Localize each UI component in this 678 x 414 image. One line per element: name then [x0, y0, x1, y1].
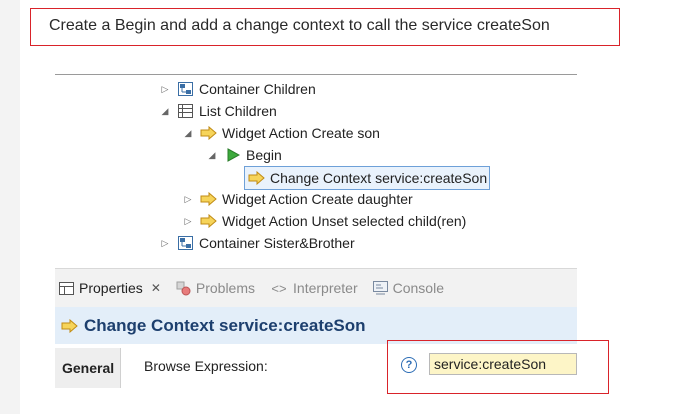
tab-general[interactable]: General [55, 348, 121, 388]
properties-title: Change Context service:createSon [84, 315, 366, 335]
console-icon [372, 280, 389, 296]
tree-item-label: List Children [199, 103, 277, 119]
container-icon [177, 235, 194, 251]
problems-icon [175, 280, 192, 296]
list-icon [177, 103, 194, 119]
tree-item-label: Change Context service:createSon [270, 170, 488, 186]
properties-title-bar: Change Context service:createSon [55, 307, 577, 344]
tree-item-label: Container Sister&Brother [199, 235, 355, 251]
begin-play-icon [224, 147, 241, 163]
top-divider [55, 74, 577, 75]
expand-arrow-icon[interactable]: ▷ [182, 193, 194, 205]
tab-label: Interpreter [293, 280, 358, 296]
tab-label: Properties [79, 280, 143, 296]
action-arrow-icon [200, 213, 217, 229]
tab-console[interactable]: Console [372, 280, 444, 296]
tree-item-widget-action-unset[interactable]: ▷ Widget Action Unset selected child(ren… [182, 210, 467, 232]
expand-arrow-icon[interactable]: ▷ [182, 215, 194, 227]
collapse-arrow-icon[interactable]: ◢ [182, 127, 194, 139]
tree-item-label: Widget Action Create daughter [222, 191, 413, 207]
tree-item-label: Widget Action Create son [222, 125, 380, 141]
close-icon[interactable]: ✕ [151, 281, 161, 295]
action-arrow-icon [61, 318, 78, 334]
collapse-arrow-icon[interactable]: ◢ [159, 105, 171, 117]
browse-expression-label: Browse Expression: [144, 358, 268, 374]
code-brackets-icon: <> [271, 280, 287, 296]
tree-item-label: Widget Action Unset selected child(ren) [222, 213, 467, 229]
tab-properties[interactable]: Properties ✕ [58, 280, 161, 296]
action-arrow-icon [200, 125, 217, 141]
tree-item-change-context[interactable]: Change Context service:createSon [244, 166, 491, 190]
tree-item-widget-action-create-son[interactable]: ◢ Widget Action Create son [182, 122, 380, 144]
collapse-arrow-icon[interactable]: ◢ [206, 149, 218, 161]
expand-arrow-icon[interactable]: ▷ [159, 83, 171, 95]
action-arrow-icon [200, 191, 217, 207]
instruction-text: Create a Begin and add a change context … [30, 8, 620, 46]
tab-label: Problems [195, 280, 256, 296]
properties-icon [58, 280, 75, 296]
tree-item-list-children[interactable]: ◢ List Children [159, 100, 277, 122]
tab-interpreter[interactable]: <> Interpreter [269, 280, 358, 296]
container-icon [177, 81, 194, 97]
action-arrow-icon [248, 170, 265, 186]
tree-item-widget-action-create-daughter[interactable]: ▷ Widget Action Create daughter [182, 188, 413, 210]
tree-item-begin[interactable]: ◢ Begin [206, 144, 282, 166]
highlight-annotation-box [387, 340, 609, 394]
tree-item-label: Container Children [199, 81, 316, 97]
expand-arrow-icon[interactable]: ▷ [159, 237, 171, 249]
tab-label: Console [392, 280, 444, 296]
tab-problems[interactable]: Problems [175, 280, 255, 296]
page-left-bar [0, 0, 20, 414]
tree-item-container-sister-brother[interactable]: ▷ Container Sister&Brother [159, 232, 355, 254]
view-tab-bar: Properties ✕ Problems <> Interpreter Con… [55, 268, 577, 308]
tree-item-container-children[interactable]: ▷ Container Children [159, 78, 316, 100]
tree-item-label: Begin [246, 147, 282, 163]
